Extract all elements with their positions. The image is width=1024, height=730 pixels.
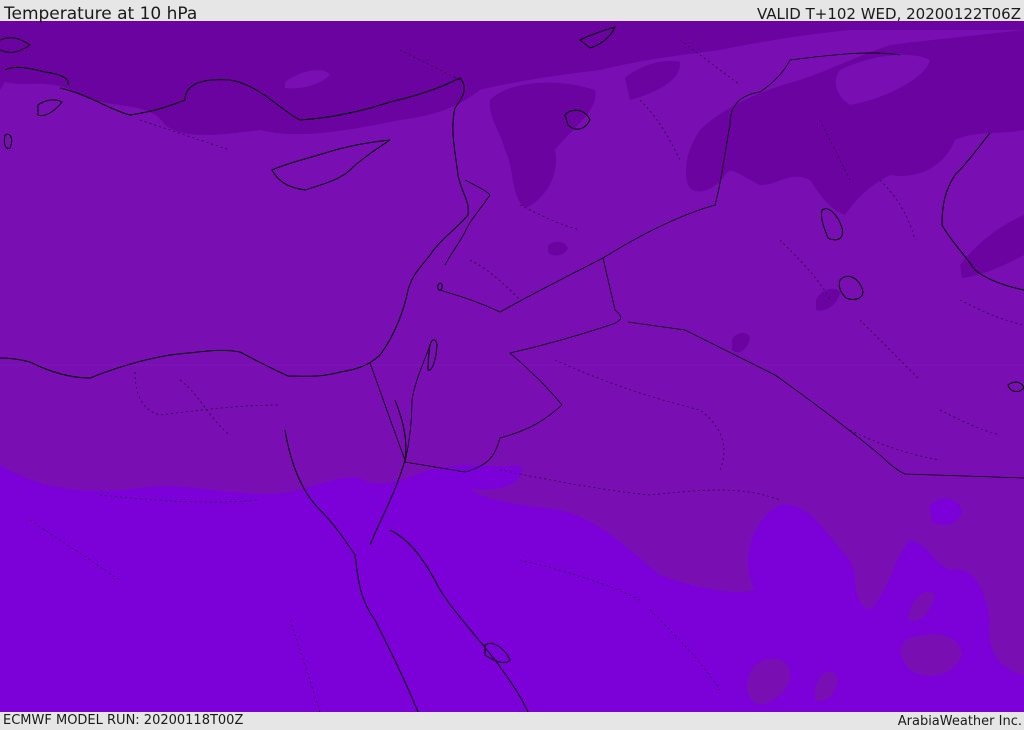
temperature-map — [0, 21, 1024, 712]
map-footer: ECMWF MODEL RUN: 20200118T00Z ArabiaWeat… — [0, 712, 1024, 729]
map-header: Temperature at 10 hPa VALID T+102 WED, 2… — [0, 0, 1024, 24]
map-area — [0, 21, 1024, 712]
map-title: Temperature at 10 hPa — [4, 4, 198, 24]
model-run: ECMWF MODEL RUN: 20200118T00Z — [3, 713, 244, 728]
credit: ArabiaWeather Inc. — [897, 714, 1022, 729]
valid-time: VALID T+102 WED, 20200122T06Z — [756, 5, 1021, 23]
